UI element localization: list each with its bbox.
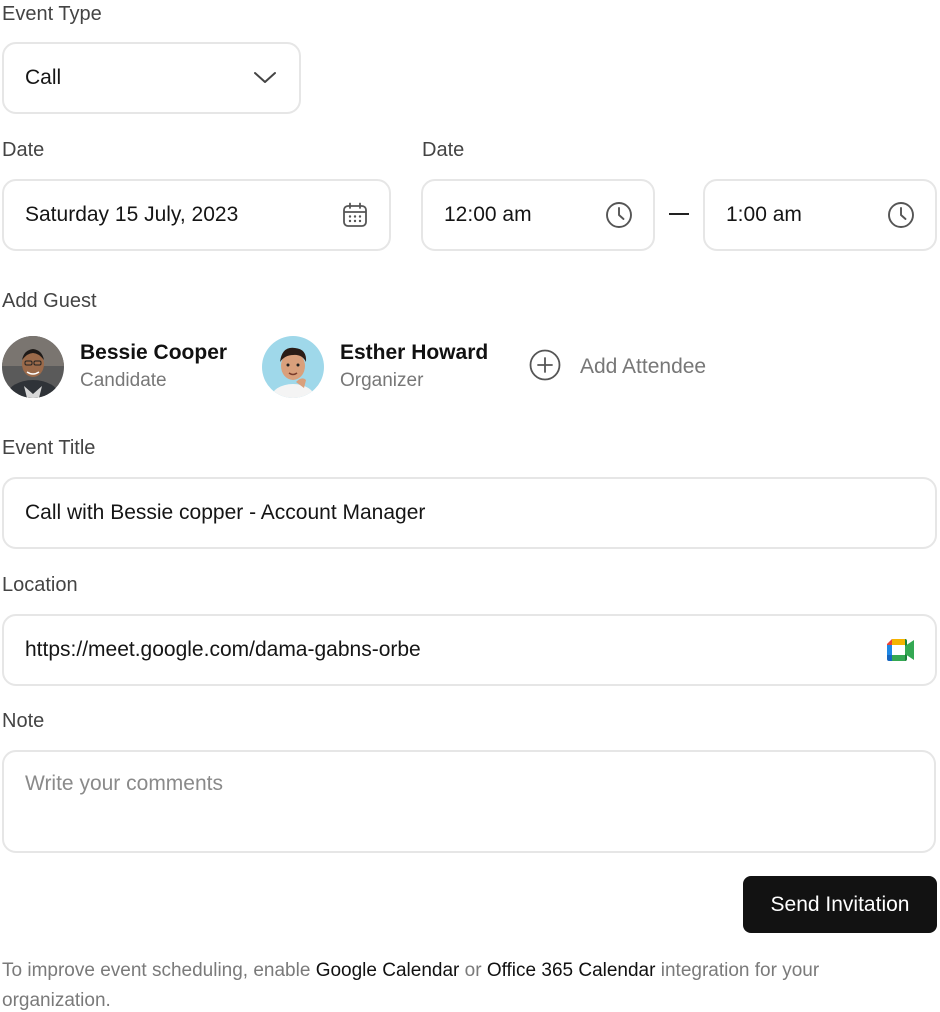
date-label: Date: [2, 139, 45, 161]
chevron-down-icon: [251, 64, 279, 92]
start-time-input[interactable]: 12:00 am: [421, 179, 655, 251]
send-invitation-button[interactable]: Send Invitation: [743, 876, 937, 933]
avatar: [262, 336, 324, 398]
event-title-value: Call with Bessie copper - Account Manage…: [25, 501, 426, 524]
event-type-label: Event Type: [2, 3, 102, 25]
event-type-select[interactable]: Call: [2, 42, 301, 114]
end-time-input[interactable]: 1:00 am: [703, 179, 937, 251]
clock-icon[interactable]: [605, 201, 633, 229]
time-label: Date: [422, 139, 465, 161]
location-input[interactable]: https://meet.google.com/dama-gabns-orbe: [2, 614, 937, 686]
google-calendar-link[interactable]: Google Calendar: [316, 960, 460, 981]
guest-role: Organizer: [340, 370, 424, 391]
date-input[interactable]: Saturday 15 July, 2023: [2, 179, 391, 251]
clock-icon[interactable]: [887, 201, 915, 229]
integration-hint: To improve event scheduling, enable Goog…: [2, 956, 932, 1012]
event-title-label: Event Title: [2, 437, 96, 459]
guest-item[interactable]: Esther Howard Organizer: [262, 336, 488, 398]
guest-name: Esther Howard: [340, 341, 489, 364]
guest-name: Bessie Cooper: [80, 341, 228, 364]
date-value: Saturday 15 July, 2023: [25, 203, 239, 226]
add-guest-label: Add Guest: [2, 290, 97, 312]
google-meet-icon[interactable]: [887, 636, 915, 664]
avatar: [2, 336, 64, 398]
guest-role: Candidate: [80, 370, 167, 391]
add-attendee-label: Add Attendee: [580, 355, 707, 378]
time-range-dash: [669, 213, 689, 215]
guest-item[interactable]: Bessie Cooper Candidate: [2, 336, 227, 398]
start-time-value: 12:00 am: [444, 203, 532, 226]
note-textarea[interactable]: [2, 750, 936, 853]
end-time-value: 1:00 am: [726, 203, 802, 226]
location-label: Location: [2, 574, 78, 596]
event-type-value: Call: [25, 66, 62, 89]
hint-text: To improve event scheduling, enable: [2, 960, 316, 981]
calendar-icon[interactable]: [341, 201, 369, 229]
plus-circle-icon: [528, 348, 562, 387]
event-title-input[interactable]: Call with Bessie copper - Account Manage…: [2, 477, 937, 549]
office-365-calendar-link[interactable]: Office 365 Calendar: [487, 960, 656, 981]
location-value: https://meet.google.com/dama-gabns-orbe: [25, 638, 421, 661]
add-attendee-button[interactable]: Add Attendee: [528, 348, 707, 387]
note-label: Note: [2, 710, 45, 732]
hint-text: or: [459, 960, 487, 981]
